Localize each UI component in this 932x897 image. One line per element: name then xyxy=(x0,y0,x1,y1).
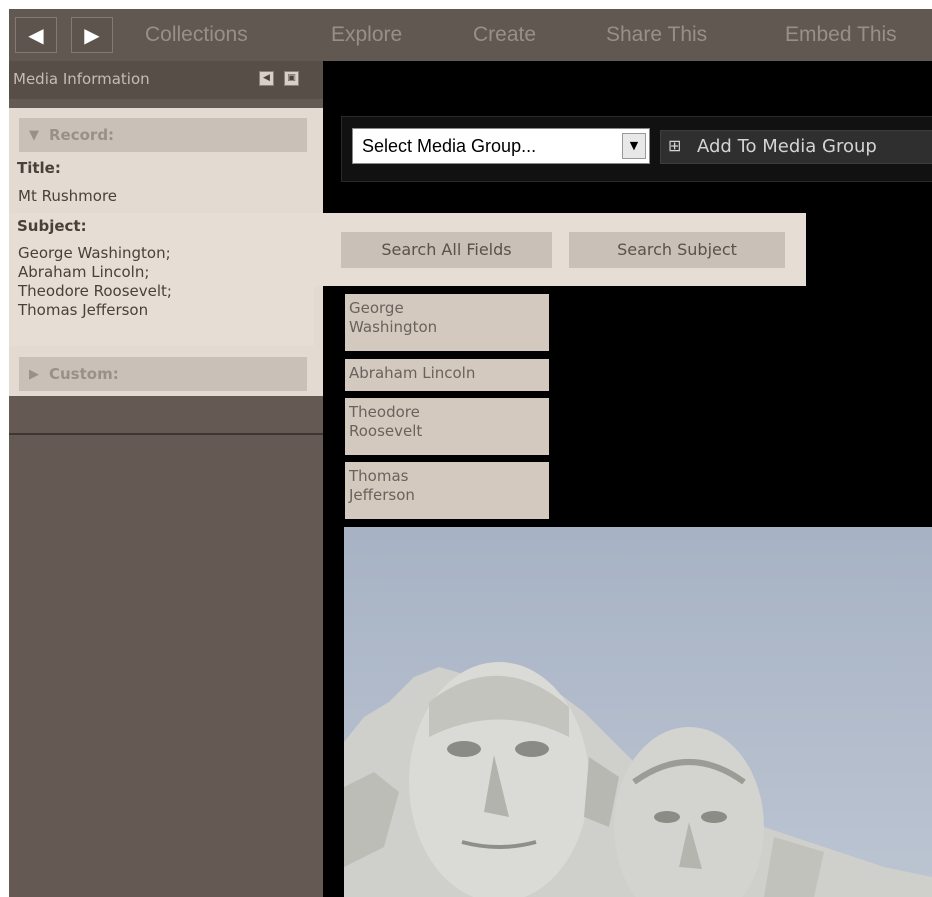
back-button[interactable]: ◀ xyxy=(15,17,57,53)
maximize-icon: ▣ xyxy=(287,73,296,83)
mt-rushmore-image xyxy=(344,662,932,897)
panel-title: Media Information xyxy=(13,70,150,88)
tag-line: Thomas xyxy=(349,467,409,485)
triangle-down-icon: ▼ xyxy=(29,128,39,143)
tag-line: Abraham Lincoln xyxy=(349,364,476,382)
triangle-right-icon: ▶ xyxy=(29,367,39,382)
nav-embed-this[interactable]: Embed This xyxy=(785,23,897,47)
top-nav: ◀ ▶ Collections Explore Create Share Thi… xyxy=(9,9,932,61)
search-subject-button[interactable]: Search Subject xyxy=(569,232,785,268)
subject-tag[interactable]: Thomas Jefferson xyxy=(345,462,549,519)
triangle-left-icon: ◀ xyxy=(28,23,44,47)
media-image[interactable] xyxy=(344,527,932,897)
record-section-toggle[interactable]: ▼ Record: xyxy=(19,118,307,152)
forward-button[interactable]: ▶ xyxy=(71,17,113,53)
collapse-panel-button[interactable]: ◀ xyxy=(259,71,274,86)
subject-line: Thomas Jefferson xyxy=(18,301,149,319)
skip-back-icon: ◀ xyxy=(263,73,270,83)
subject-tag[interactable]: Theodore Roosevelt xyxy=(345,398,549,455)
add-to-media-group-label: Add To Media Group xyxy=(697,136,877,157)
tag-line: Theodore xyxy=(349,403,420,421)
custom-section-toggle[interactable]: ▶ Custom: xyxy=(19,357,307,391)
media-group-select[interactable]: Select Media Group... ▼ xyxy=(352,128,650,164)
search-all-fields-button[interactable]: Search All Fields xyxy=(341,232,552,268)
add-to-media-group-button[interactable]: ⊞ Add To Media Group xyxy=(660,130,932,164)
title-label: Title: xyxy=(17,159,61,177)
divider xyxy=(9,433,323,435)
custom-section-label: Custom: xyxy=(49,365,119,383)
add-group-icon: ⊞ xyxy=(668,136,682,155)
expand-panel-button[interactable]: ▣ xyxy=(284,71,299,86)
nav-explore[interactable]: Explore xyxy=(331,23,402,47)
subject-tag[interactable]: George Washington xyxy=(345,294,549,351)
nav-share-this[interactable]: Share This xyxy=(606,23,707,47)
nav-collections[interactable]: Collections xyxy=(145,23,248,47)
tag-line: Jefferson xyxy=(349,486,415,504)
tag-line: Roosevelt xyxy=(349,422,423,440)
tag-line: George xyxy=(349,299,404,317)
subject-line: Theodore Roosevelt; xyxy=(18,282,172,300)
record-section-label: Record: xyxy=(49,126,115,144)
tag-line: Washington xyxy=(349,318,438,336)
panel-header: Media Information ◀ ▣ xyxy=(9,61,323,99)
subject-label: Subject: xyxy=(17,217,87,235)
chevron-down-icon[interactable]: ▼ xyxy=(622,133,646,159)
nav-create[interactable]: Create xyxy=(473,23,536,47)
title-value: Mt Rushmore xyxy=(18,187,118,205)
app-frame: ◀ ▶ Collections Explore Create Share Thi… xyxy=(9,9,932,897)
select-value: Select Media Group... xyxy=(362,136,537,156)
subject-tag[interactable]: Abraham Lincoln xyxy=(345,359,549,391)
triangle-right-icon: ▶ xyxy=(84,23,100,47)
subject-value: George Washington; Abraham Lincoln; Theo… xyxy=(18,244,172,320)
subject-line: George Washington; xyxy=(18,244,171,262)
subject-line: Abraham Lincoln; xyxy=(18,263,150,281)
